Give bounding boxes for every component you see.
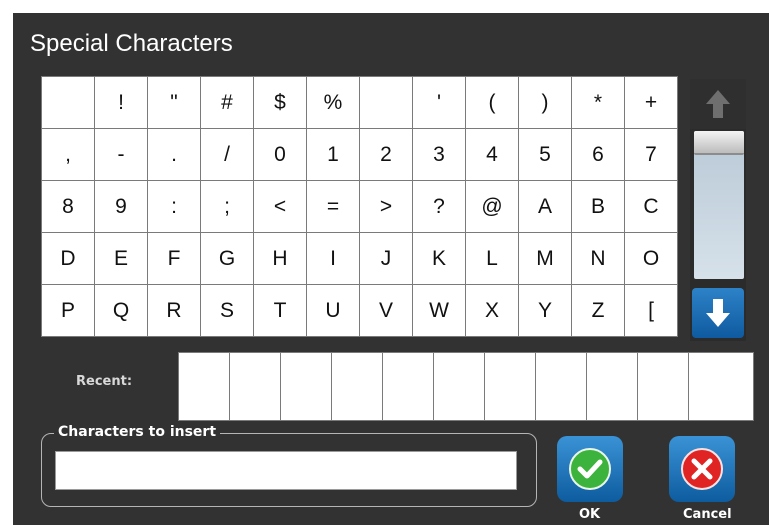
character-cell[interactable]: 0 (254, 129, 306, 180)
character-cell[interactable]: * (572, 77, 624, 128)
recent-label: Recent: (76, 374, 133, 389)
recent-characters-row (178, 352, 754, 421)
x-icon (681, 448, 723, 490)
recent-slot[interactable] (230, 353, 280, 420)
character-cell[interactable]: M (519, 233, 571, 284)
grid-scrollbar[interactable] (690, 79, 746, 341)
recent-slot[interactable] (485, 353, 535, 420)
scroll-track[interactable] (694, 131, 744, 279)
character-cell[interactable]: 3 (413, 129, 465, 180)
character-cell[interactable]: ( (466, 77, 518, 128)
character-cell[interactable]: U (307, 285, 359, 336)
character-cell[interactable]: . (148, 129, 200, 180)
character-cell[interactable]: < (254, 181, 306, 232)
character-cell[interactable]: ? (413, 181, 465, 232)
character-cell[interactable]: Y (519, 285, 571, 336)
character-cell[interactable]: X (466, 285, 518, 336)
character-cell[interactable]: G (201, 233, 253, 284)
character-cell[interactable]: E (95, 233, 147, 284)
characters-to-insert-input[interactable] (55, 451, 517, 490)
character-cell[interactable]: ! (95, 77, 147, 128)
character-cell[interactable]: C (625, 181, 677, 232)
character-cell[interactable]: L (466, 233, 518, 284)
character-cell[interactable] (360, 77, 412, 128)
recent-slot[interactable] (281, 353, 331, 420)
character-cell[interactable]: - (95, 129, 147, 180)
ok-button[interactable] (557, 436, 623, 502)
dialog-title: Special Characters (30, 30, 233, 57)
recent-slot[interactable] (587, 353, 637, 420)
ok-label: OK (579, 507, 601, 522)
character-cell[interactable]: [ (625, 285, 677, 336)
arrow-down-icon (706, 299, 730, 327)
character-cell[interactable]: 6 (572, 129, 624, 180)
character-cell[interactable]: T (254, 285, 306, 336)
character-cell[interactable]: 5 (519, 129, 571, 180)
character-cell[interactable]: @ (466, 181, 518, 232)
arrow-up-icon (706, 90, 730, 118)
character-cell[interactable]: A (519, 181, 571, 232)
checkmark-icon (569, 448, 611, 490)
character-grid: ! " # $% '() * +, -./0 1 2 3 4 5 6 7 8 9:; < = >? @ A B C D E F G H I… (41, 76, 678, 337)
character-cell[interactable]: N (572, 233, 624, 284)
scroll-down-button[interactable] (692, 288, 744, 338)
character-cell[interactable]: V (360, 285, 412, 336)
character-cell[interactable]: # (201, 77, 253, 128)
recent-slot[interactable] (434, 353, 484, 420)
character-cell[interactable]: ) (519, 77, 571, 128)
character-cell[interactable]: + (625, 77, 677, 128)
character-cell[interactable]: B (572, 181, 624, 232)
character-cell[interactable]: = (307, 181, 359, 232)
character-cell[interactable]: Q (95, 285, 147, 336)
character-cell[interactable]: : (148, 181, 200, 232)
cancel-label: Cancel (683, 507, 732, 522)
character-cell[interactable]: % (307, 77, 359, 128)
character-cell[interactable]: ; (201, 181, 253, 232)
recent-slot[interactable] (179, 353, 229, 420)
character-cell[interactable]: 2 (360, 129, 412, 180)
special-characters-dialog: Special Characters ! " # $% '() * +, -./0 1 2 3 4 5 6… (13, 13, 769, 525)
character-cell[interactable]: 9 (95, 181, 147, 232)
character-cell[interactable]: H (254, 233, 306, 284)
character-cell[interactable]: F (148, 233, 200, 284)
character-cell[interactable]: ' (413, 77, 465, 128)
character-cell[interactable]: K (413, 233, 465, 284)
character-cell[interactable]: 7 (625, 129, 677, 180)
recent-slot[interactable] (332, 353, 382, 420)
characters-to-insert-label: Characters to insert (54, 424, 221, 440)
character-cell[interactable]: P (42, 285, 94, 336)
character-cell[interactable]: 1 (307, 129, 359, 180)
character-cell[interactable]: W (413, 285, 465, 336)
character-cell[interactable]: > (360, 181, 412, 232)
character-cell[interactable]: S (201, 285, 253, 336)
character-cell[interactable] (42, 77, 94, 128)
character-cell[interactable]: O (625, 233, 677, 284)
character-cell[interactable]: J (360, 233, 412, 284)
character-cell[interactable]: / (201, 129, 253, 180)
character-cell[interactable]: $ (254, 77, 306, 128)
characters-to-insert-group: Characters to insert (41, 424, 537, 507)
scroll-up-button[interactable] (690, 79, 746, 129)
character-cell[interactable]: 4 (466, 129, 518, 180)
character-cell[interactable]: D (42, 233, 94, 284)
recent-slot[interactable] (638, 353, 688, 420)
character-cell[interactable]: I (307, 233, 359, 284)
character-cell[interactable]: , (42, 129, 94, 180)
cancel-button[interactable] (669, 436, 735, 502)
recent-slot[interactable] (536, 353, 586, 420)
scroll-thumb[interactable] (694, 131, 744, 155)
recent-slot[interactable] (383, 353, 433, 420)
character-cell[interactable]: R (148, 285, 200, 336)
recent-slot[interactable] (689, 353, 753, 420)
character-cell[interactable]: Z (572, 285, 624, 336)
character-cell[interactable]: 8 (42, 181, 94, 232)
character-cell[interactable]: " (148, 77, 200, 128)
